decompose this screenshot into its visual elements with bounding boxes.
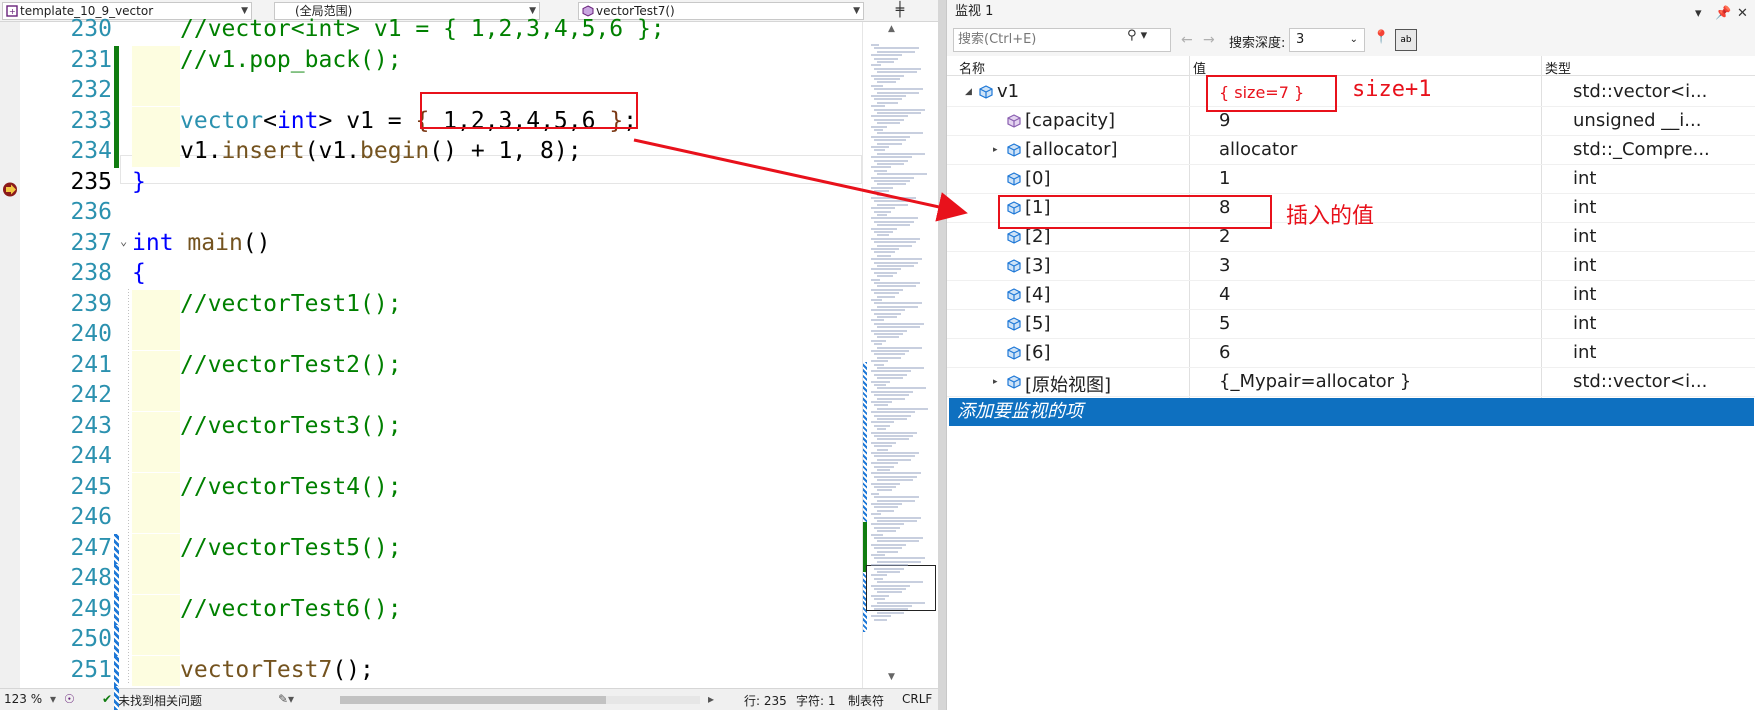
annotation-arrow xyxy=(633,138,968,222)
ide-window: + template_10_9_vector ▼ (全局范围) ▼ vectorT… xyxy=(0,0,1755,710)
